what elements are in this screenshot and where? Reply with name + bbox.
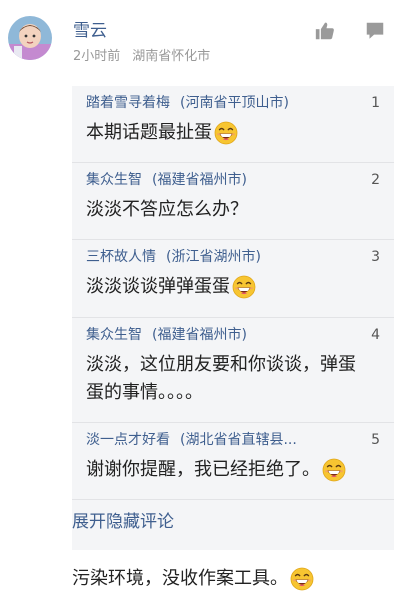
user-location: 湖南省怀化市: [132, 49, 211, 64]
grin-emoji-icon: [214, 121, 238, 145]
quote-text-content: 淡淡谈谈弹弹蛋蛋: [86, 276, 230, 297]
comment-meta: 2小时前 湖南省怀化市: [73, 48, 210, 66]
floor-number: 1: [371, 95, 380, 111]
quote-text-content: 本期话题最扯蛋: [86, 122, 212, 143]
quote-item: 踏着雪寻着梅 (河南省平顶山市) 1 本期话题最扯蛋: [72, 86, 394, 162]
quote-item: 集众生智 (福建省福州市) 2 淡淡不答应怎么办？: [72, 163, 394, 239]
quote-text: 本期话题最扯蛋: [86, 119, 386, 147]
quote-user[interactable]: 三杯故人情: [86, 249, 156, 265]
quote-text-content: 谢谢你提醒，我已经拒绝了。: [86, 459, 320, 480]
floor-number: 3: [371, 249, 380, 265]
floor-number: 5: [371, 432, 380, 448]
quote-location: (湖北省省直辖县...: [180, 432, 297, 448]
quote-user[interactable]: 集众生智: [86, 172, 142, 188]
grin-emoji-icon: [290, 567, 314, 591]
quote-user[interactable]: 淡一点才好看: [86, 432, 170, 448]
comment-text: 污染环境，没收作案工具。: [72, 565, 314, 593]
quote-user[interactable]: 踏着雪寻着梅: [86, 95, 170, 111]
quote-text-content: 淡淡不答应怎么办？: [86, 199, 248, 220]
username[interactable]: 雪云: [73, 20, 107, 42]
quote-header: 踏着雪寻着梅 (河南省平顶山市): [86, 93, 289, 113]
quote-item: 三杯故人情 (浙江省湖州市) 3 淡淡谈谈弹弹蛋蛋: [72, 240, 394, 317]
grin-emoji-icon: [322, 458, 346, 482]
quote-text: 淡淡谈谈弹弹蛋蛋: [86, 273, 386, 301]
quote-location: (河南省平顶山市): [180, 95, 289, 111]
quote-text: 淡淡不答应怎么办？: [86, 196, 386, 224]
grin-emoji-icon: [232, 275, 256, 299]
divider: [72, 499, 394, 500]
comment-text-content: 污染环境，没收作案工具。: [72, 568, 288, 589]
quote-location: (福建省福州市): [152, 172, 247, 188]
quote-header: 淡一点才好看 (湖北省省直辖县...: [86, 430, 297, 450]
quote-header: 集众生智 (福建省福州市): [86, 170, 247, 190]
floor-number: 2: [371, 172, 380, 188]
quote-user[interactable]: 集众生智: [86, 327, 142, 343]
user-avatar[interactable]: [8, 16, 52, 60]
quoted-comments: 踏着雪寻着梅 (河南省平顶山市) 1 本期话题最扯蛋 集众生智 (福建省福州市) 2…: [72, 86, 394, 550]
quote-location: (浙江省湖州市): [166, 249, 261, 265]
expand-hidden-comments-link[interactable]: 展开隐藏评论: [72, 510, 174, 534]
post-time: 2小时前: [73, 49, 121, 64]
quote-item: 集众生智 (福建省福州市) 4 淡淡，这位朋友要和你谈谈，弹蛋 蛋的事情。。。。: [72, 318, 394, 422]
quote-item: 淡一点才好看 (湖北省省直辖县... 5 谢谢你提醒，我已经拒绝了。: [72, 423, 394, 499]
quote-text-line: 蛋的事情。。。。: [86, 382, 203, 403]
thumbs-up-icon[interactable]: [314, 20, 336, 42]
quote-header: 三杯故人情 (浙江省湖州市): [86, 247, 261, 267]
quote-text-line: 淡淡，这位朋友要和你谈谈，弹蛋: [86, 354, 356, 375]
quote-text: 谢谢你提醒，我已经拒绝了。: [86, 456, 386, 484]
floor-number: 4: [371, 327, 380, 343]
quote-header: 集众生智 (福建省福州市): [86, 325, 247, 345]
quote-location: (福建省福州市): [152, 327, 247, 343]
quote-text: 淡淡，这位朋友要和你谈谈，弹蛋 蛋的事情。。。。: [86, 351, 386, 407]
comment-bubble-icon[interactable]: [364, 20, 386, 42]
